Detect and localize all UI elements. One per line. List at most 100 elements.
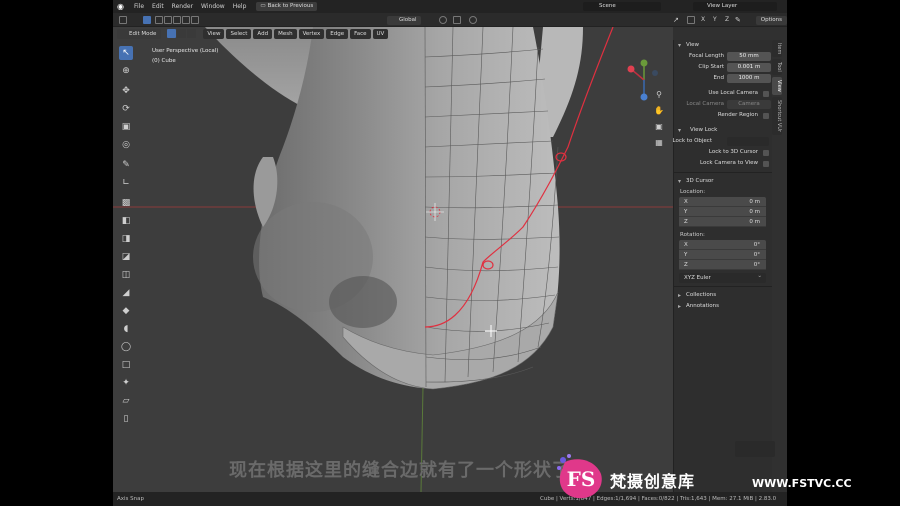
bevel-tool-icon[interactable]: ◪ (119, 250, 133, 264)
select-mode-intersect-icon[interactable] (191, 16, 199, 24)
lock-to-3d-cursor-checkbox[interactable] (763, 150, 769, 156)
edge-slide-tool-icon[interactable]: □ (119, 358, 133, 372)
vertex-select-icon[interactable] (167, 29, 177, 38)
mesh-edit-icon[interactable]: ✎ (735, 16, 743, 24)
tool-shelf: ↖ ⊕ ✥ ⟳ ▣ ◎ ✎ ∟ ▩ ◧ ◨ ◪ ◫ ◢ ◆ ◖ ◯ □ ✦ ▱ … (119, 46, 135, 430)
rotation-y-field[interactable]: Y 0° (679, 250, 766, 260)
3d-viewport[interactable]: User Perspective (Local) (0) Cube ↖ ⊕ ✥ … (113, 27, 673, 492)
lock-camera-to-view-checkbox[interactable] (763, 161, 769, 167)
select-mode-new-icon[interactable] (155, 16, 163, 24)
cursor-tool-icon[interactable]: ⊕ (119, 64, 133, 78)
select-mode-invert-icon[interactable] (182, 16, 190, 24)
tab-tool[interactable]: Tool (772, 59, 782, 76)
view-panel-header[interactable]: View (674, 40, 772, 51)
mirror-x-icon[interactable]: X (701, 16, 709, 24)
edge-select-icon[interactable] (177, 29, 187, 38)
location-z-field[interactable]: Z0 m (679, 217, 766, 227)
clip-start-field[interactable]: 0.001 m (727, 63, 771, 72)
overlay-arrows-icon[interactable]: ↗ (673, 16, 681, 24)
pan-hand-icon[interactable]: ✋ (654, 106, 664, 116)
render-region-checkbox[interactable] (763, 113, 769, 119)
location-vector: X0 m Y0 m Z0 m (679, 197, 766, 227)
face-select-icon[interactable] (187, 29, 197, 38)
knife-tool-icon[interactable]: ◢ (119, 286, 133, 300)
rotate-tool-icon[interactable]: ⟳ (119, 102, 133, 116)
collections-panel-header[interactable]: Collections (674, 290, 772, 301)
rotation-z-field[interactable]: Z 0° (679, 260, 766, 270)
letterbox-right (787, 0, 900, 506)
mirror-y-icon[interactable]: Y (713, 16, 721, 24)
zoom-icon[interactable]: ⚲ (654, 90, 664, 100)
add-cube-tool-icon[interactable]: ▩ (119, 196, 133, 210)
location-y-field[interactable]: Y0 m (679, 207, 766, 217)
location-label: Location: (680, 189, 706, 195)
menu-render[interactable]: Render (168, 0, 197, 13)
scale-tool-icon[interactable]: ▣ (119, 120, 133, 134)
measure-tool-icon[interactable]: ∟ (119, 176, 133, 190)
view-layer-selector[interactable]: View Layer (693, 2, 777, 11)
menu-window[interactable]: Window (197, 0, 229, 13)
rotation-x-field[interactable]: X 0° (679, 240, 766, 250)
menu-edge[interactable]: Edge (326, 28, 349, 39)
tab-shortcut-vur[interactable]: Shortcut VUr (772, 96, 782, 136)
viewport-header-tools: Global ↗ X Y Z ✎ Options (113, 13, 787, 27)
focal-length-field[interactable]: 50 mm (727, 52, 771, 61)
menu-mesh[interactable]: Mesh (274, 28, 297, 39)
blender-window: ◉ File Edit Render Window Help ▭ Back to… (113, 0, 787, 506)
grid-view-icon[interactable]: ▦ (654, 138, 664, 148)
mesh-render (113, 27, 673, 492)
inset-tool-icon[interactable]: ◨ (119, 232, 133, 246)
menu-face[interactable]: Face (350, 28, 371, 39)
3d-cursor-panel-header[interactable]: 3D Cursor (674, 176, 772, 187)
menu-view[interactable]: View (203, 28, 225, 39)
options-dropdown[interactable]: Options (755, 16, 787, 25)
snap-icon[interactable] (453, 16, 461, 24)
lock-to-object-field[interactable] (727, 137, 769, 146)
move-tool-icon[interactable]: ✥ (119, 84, 133, 98)
mode-dropdown[interactable]: Edit Mode (117, 28, 162, 39)
menu-edit[interactable]: Edit (148, 0, 168, 13)
select-mode-subtract-icon[interactable] (173, 16, 181, 24)
menu-add[interactable]: Add (253, 28, 273, 39)
transform-tool-icon[interactable]: ◎ (119, 138, 133, 152)
use-local-camera-checkbox[interactable] (763, 91, 769, 97)
annotate-tool-icon[interactable]: ✎ (119, 158, 133, 172)
poly-build-tool-icon[interactable]: ◆ (119, 304, 133, 318)
rip-tool-icon[interactable]: ▯ (119, 412, 133, 426)
svg-text:FS: FS (567, 467, 596, 491)
rotation-mode-dropdown[interactable]: XYZ Euler (679, 271, 766, 283)
select-box-icon[interactable] (143, 16, 151, 24)
smooth-tool-icon[interactable]: ◯ (119, 340, 133, 354)
loop-cut-tool-icon[interactable]: ◫ (119, 268, 133, 282)
xray-icon[interactable] (687, 16, 695, 24)
tab-view[interactable]: View (772, 77, 782, 95)
menu-select[interactable]: Select (226, 28, 252, 39)
location-x-field[interactable]: X0 m (679, 197, 766, 207)
menu-uv[interactable]: UV (372, 28, 389, 39)
video-subtitle: 现在根据这里的缝合边就有了一个形状了 (229, 460, 571, 481)
scene-selector[interactable]: Scene (583, 2, 661, 11)
blender-logo-icon[interactable]: ◉ (117, 2, 127, 11)
select-mode-extend-icon[interactable] (164, 16, 172, 24)
mirror-z-icon[interactable]: Z (725, 16, 733, 24)
annotations-panel-header[interactable]: Annotations (674, 301, 772, 312)
camera-icon[interactable]: ▣ (654, 122, 664, 132)
pivot-icon[interactable] (439, 16, 447, 24)
menu-help[interactable]: Help (229, 0, 251, 13)
menu-vertex[interactable]: Vertex (298, 28, 325, 39)
tab-item[interactable]: Item (772, 40, 782, 58)
extrude-tool-icon[interactable]: ◧ (119, 214, 133, 228)
shear-tool-icon[interactable]: ▱ (119, 394, 133, 408)
clip-end-field[interactable]: 1000 m (727, 74, 771, 83)
select-box-tool-icon[interactable]: ↖ (119, 46, 133, 60)
menu-file[interactable]: File (130, 0, 148, 13)
proportional-edit-icon[interactable] (469, 16, 477, 24)
editor-type-icon[interactable] (119, 16, 127, 24)
shrink-fatten-tool-icon[interactable]: ✦ (119, 376, 133, 390)
back-to-previous-button[interactable]: ▭ Back to Previous (256, 2, 318, 11)
spin-tool-icon[interactable]: ◖ (119, 322, 133, 336)
view-lock-header[interactable]: View Lock (674, 125, 772, 136)
local-camera-field[interactable]: Camera (727, 100, 771, 109)
active-object-label: (0) Cube (152, 58, 176, 64)
transform-orientation-dropdown[interactable]: Global (387, 16, 421, 25)
